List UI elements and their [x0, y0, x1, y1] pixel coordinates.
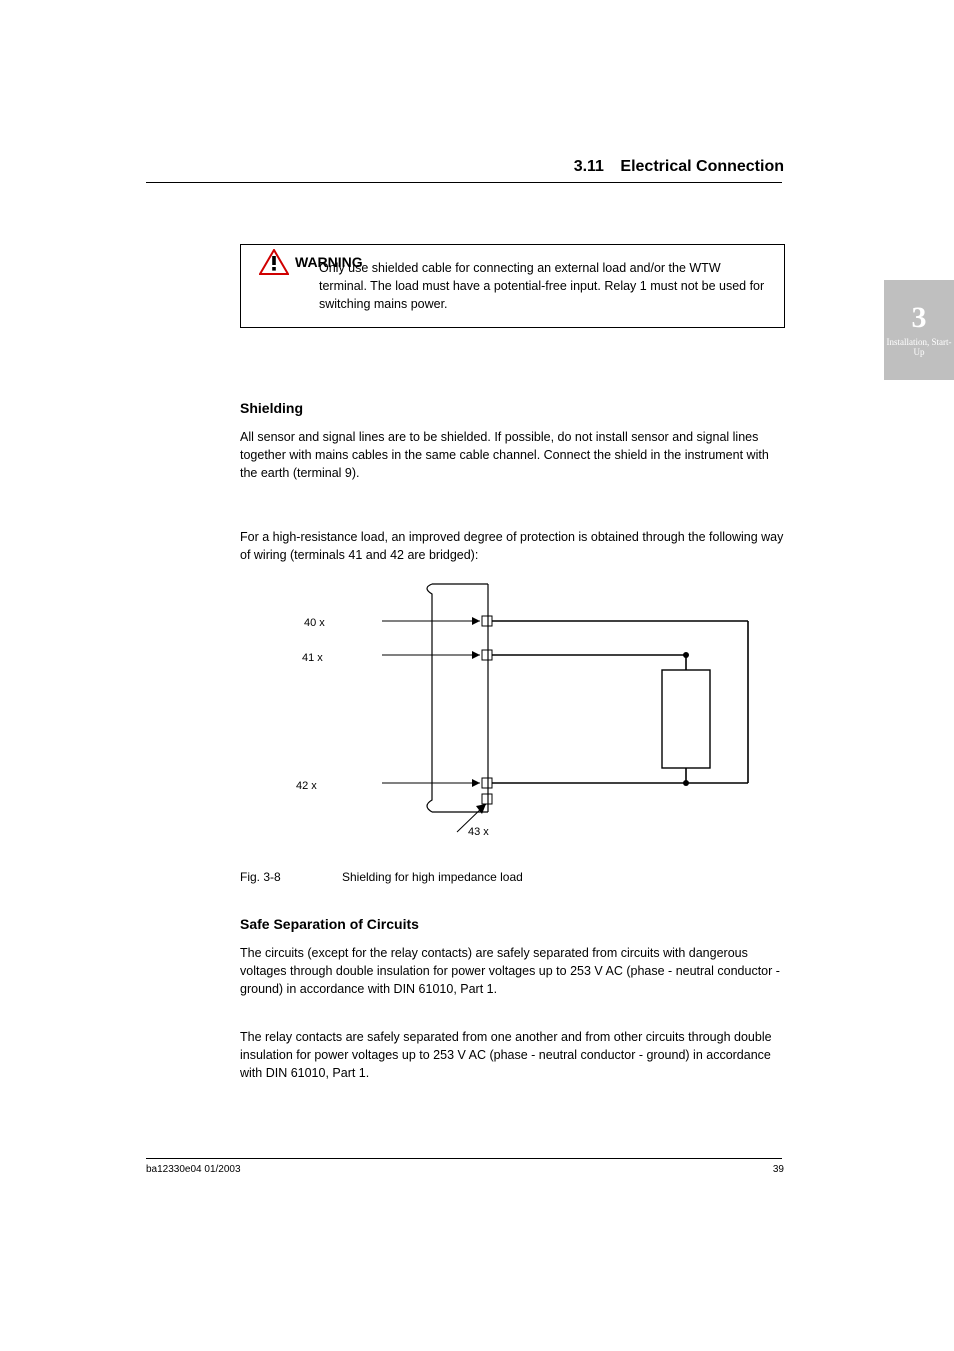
figure-caption-text: Shielding for high impedance load [342, 870, 523, 884]
shielding-heading: Shielding [240, 400, 303, 416]
safe-separation-heading: Safe Separation of Circuits [240, 916, 419, 932]
section-title: Electrical Connection [620, 158, 784, 175]
top-rule [146, 182, 782, 183]
shielding-para-2: For a high-resistance load, an improved … [240, 528, 785, 564]
thumb-number: 3 [912, 303, 927, 333]
warning-icon [259, 249, 289, 275]
footer-left: ba12330e04 01/2003 [146, 1164, 241, 1175]
footer-page-number: 39 [773, 1164, 784, 1175]
safe-separation-para-2: The relay contacts are safely separated … [240, 1028, 785, 1082]
fig-label-42: 42 x [296, 780, 317, 792]
safe-separation-para-1: The circuits (except for the relay conta… [240, 944, 785, 998]
section-header: 3.11 Electrical Connection [574, 158, 784, 176]
fig-label-40: 40 x [304, 617, 325, 629]
warning-text: Only use shielded cable for connecting a… [319, 259, 766, 313]
shielding-para-1: All sensor and signal lines are to be sh… [240, 428, 785, 482]
wiring-diagram [382, 570, 772, 860]
fig-label-41: 41 x [302, 652, 323, 664]
thumb-label: Installation, Start-Up [884, 337, 954, 357]
bottom-rule [146, 1158, 782, 1159]
warning-box: WARNING Only use shielded cable for conn… [240, 244, 785, 328]
section-number: 3.11 [574, 158, 604, 175]
warning-title-row: WARNING [259, 249, 363, 275]
figure-caption-number: Fig. 3-8 [240, 870, 281, 884]
warning-title: WARNING [295, 252, 363, 272]
thumb-tab: 3 Installation, Start-Up [884, 280, 954, 380]
